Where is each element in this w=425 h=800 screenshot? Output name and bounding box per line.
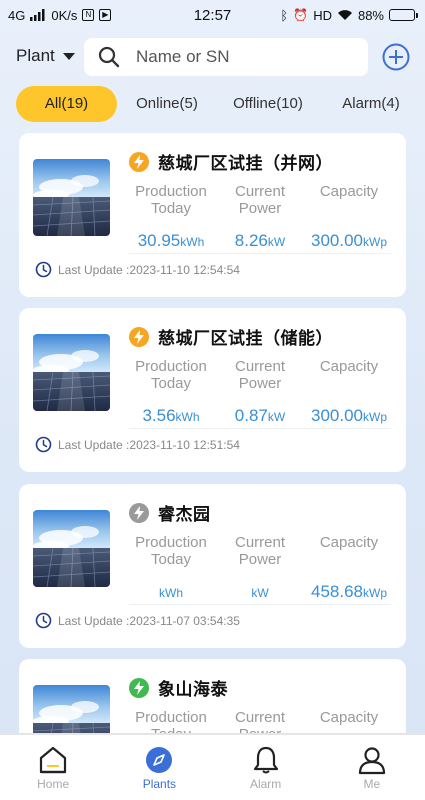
last-update-label: Last Update : bbox=[58, 437, 130, 452]
alarm-clock-icon: ⏰ bbox=[293, 8, 309, 22]
plant-name: 慈城厂区试挂（储能） bbox=[158, 329, 333, 348]
nav-plants-label: Plants bbox=[142, 777, 177, 791]
last-update-time: 2023-11-10 12:54:54 bbox=[129, 262, 240, 277]
bell-icon bbox=[253, 746, 278, 774]
nav-alarm[interactable]: Alarm bbox=[213, 735, 319, 800]
production-today-value: 3.56kWh bbox=[142, 406, 200, 425]
nav-home-label: Home bbox=[37, 777, 70, 791]
media-icon: ▶ bbox=[99, 9, 112, 21]
divider bbox=[129, 428, 391, 429]
plant-card[interactable]: 慈城厂区试挂（并网） Production Today Current Powe… bbox=[19, 133, 406, 297]
current-power-label: Current Power bbox=[234, 709, 286, 733]
last-update-label: Last Update : bbox=[58, 613, 130, 628]
plant-name: 慈城厂区试挂（并网） bbox=[158, 154, 333, 173]
capacity-label: Capacity bbox=[319, 183, 379, 200]
home-icon bbox=[40, 746, 67, 774]
status-right: ᛒ ⏰ HD 88% bbox=[280, 7, 418, 23]
signal-icon bbox=[30, 9, 45, 21]
last-update-row: Last Update :2023-11-10 12:51:54 bbox=[35, 436, 240, 453]
notification-icon: N bbox=[82, 9, 95, 21]
bolt-icon bbox=[129, 151, 149, 172]
plant-list[interactable]: 慈城厂区试挂（并网） Production Today Current Powe… bbox=[19, 133, 406, 733]
tab-offline[interactable]: Offline(10) bbox=[231, 86, 305, 122]
caret-down-icon bbox=[62, 52, 75, 60]
tab-online[interactable]: Online(5) bbox=[135, 86, 199, 122]
plant-thumbnail bbox=[33, 685, 110, 733]
capacity-label: Capacity bbox=[319, 534, 379, 551]
nav-me[interactable]: Me bbox=[319, 735, 425, 800]
plant-title-row: 象山海泰 bbox=[129, 675, 228, 700]
status-left: 4G 0K/s N ▶ bbox=[8, 7, 112, 23]
plant-title-row: 慈城厂区试挂（储能） bbox=[129, 324, 333, 349]
bolt-icon bbox=[129, 502, 149, 523]
last-update-row: Last Update :2023-11-10 12:54:54 bbox=[35, 261, 240, 278]
compass-icon bbox=[146, 747, 173, 773]
production-today-label: Production Today bbox=[135, 534, 207, 568]
clock-icon bbox=[35, 436, 52, 453]
network-speed: 0K/s bbox=[51, 7, 78, 23]
status-bar: 4G 0K/s N ▶ 12:57 ᛒ ⏰ HD 88% bbox=[0, 0, 425, 30]
divider bbox=[129, 604, 391, 605]
capacity-value: 458.68kWp bbox=[311, 582, 387, 601]
plant-thumbnail bbox=[33, 159, 110, 236]
tab-all[interactable]: All(19) bbox=[16, 86, 117, 122]
bottom-nav: Home Plants Alarm Me bbox=[0, 734, 425, 800]
clock-icon bbox=[35, 612, 52, 629]
tab-alarm[interactable]: Alarm(4) bbox=[340, 86, 402, 122]
battery-percent: 88% bbox=[357, 7, 384, 23]
battery-icon bbox=[389, 9, 418, 21]
capacity-value: 300.00kWp bbox=[311, 406, 387, 425]
plant-title-row: 慈城厂区试挂（并网） bbox=[129, 149, 333, 174]
plant-card[interactable]: 睿杰园 Production Today Current Power Capac… bbox=[19, 484, 406, 648]
plant-thumbnail bbox=[33, 510, 110, 587]
last-update-time: 2023-11-07 03:54:35 bbox=[129, 613, 240, 628]
current-power-label: Current Power bbox=[234, 534, 286, 568]
capacity-label: Capacity bbox=[319, 358, 379, 375]
current-power-label: Current Power bbox=[234, 358, 286, 392]
network-type: 4G bbox=[8, 7, 26, 23]
wifi-icon bbox=[337, 10, 352, 20]
plant-card[interactable]: 慈城厂区试挂（储能） Production Today Current Powe… bbox=[19, 308, 406, 472]
nav-plants[interactable]: Plants bbox=[106, 735, 212, 800]
nav-me-label: Me bbox=[363, 777, 381, 791]
search-input[interactable] bbox=[136, 47, 336, 67]
plant-name: 象山海泰 bbox=[158, 680, 228, 699]
bolt-icon bbox=[129, 326, 149, 347]
person-icon bbox=[358, 747, 385, 775]
nav-home[interactable]: Home bbox=[0, 735, 106, 800]
divider bbox=[129, 253, 391, 254]
current-power-value: 0.87kW bbox=[234, 406, 286, 425]
last-update-label: Last Update : bbox=[58, 262, 130, 277]
nav-alarm-label: Alarm bbox=[249, 777, 282, 791]
current-power-value: kW bbox=[251, 586, 269, 600]
filter-tabs: All(19) Online(5) Offline(10) Alarm(4) bbox=[16, 86, 416, 122]
bolt-icon bbox=[129, 677, 149, 698]
plant-card[interactable]: 象山海泰 Production Today Current Power Capa… bbox=[19, 659, 406, 733]
production-today-label: Production Today bbox=[135, 709, 207, 733]
current-power-label: Current Power bbox=[234, 183, 286, 217]
header: Plant bbox=[0, 36, 425, 80]
plant-name: 睿杰园 bbox=[158, 505, 211, 524]
search-box[interactable] bbox=[84, 38, 368, 76]
production-today-label: Production Today bbox=[135, 183, 207, 217]
last-update-time: 2023-11-10 12:51:54 bbox=[129, 437, 240, 452]
capacity-label: Capacity bbox=[319, 709, 379, 726]
plant-title-row: 睿杰园 bbox=[129, 500, 211, 525]
current-power-value: 8.26kW bbox=[234, 231, 286, 250]
hd-label: HD bbox=[313, 7, 332, 23]
last-update-row: Last Update :2023-11-07 03:54:35 bbox=[35, 612, 240, 629]
production-today-value: kWh bbox=[159, 586, 183, 600]
plant-selector[interactable]: Plant bbox=[16, 46, 75, 66]
production-today-label: Production Today bbox=[135, 358, 207, 392]
search-icon bbox=[98, 46, 120, 68]
capacity-value: 300.00kWp bbox=[311, 231, 387, 250]
clock-icon bbox=[35, 261, 52, 278]
plant-selector-label: Plant bbox=[16, 46, 55, 65]
production-today-value: 30.95kWh bbox=[137, 231, 205, 250]
bluetooth-icon: ᛒ bbox=[280, 7, 289, 23]
add-circle-icon[interactable] bbox=[382, 43, 410, 71]
plant-thumbnail bbox=[33, 334, 110, 411]
